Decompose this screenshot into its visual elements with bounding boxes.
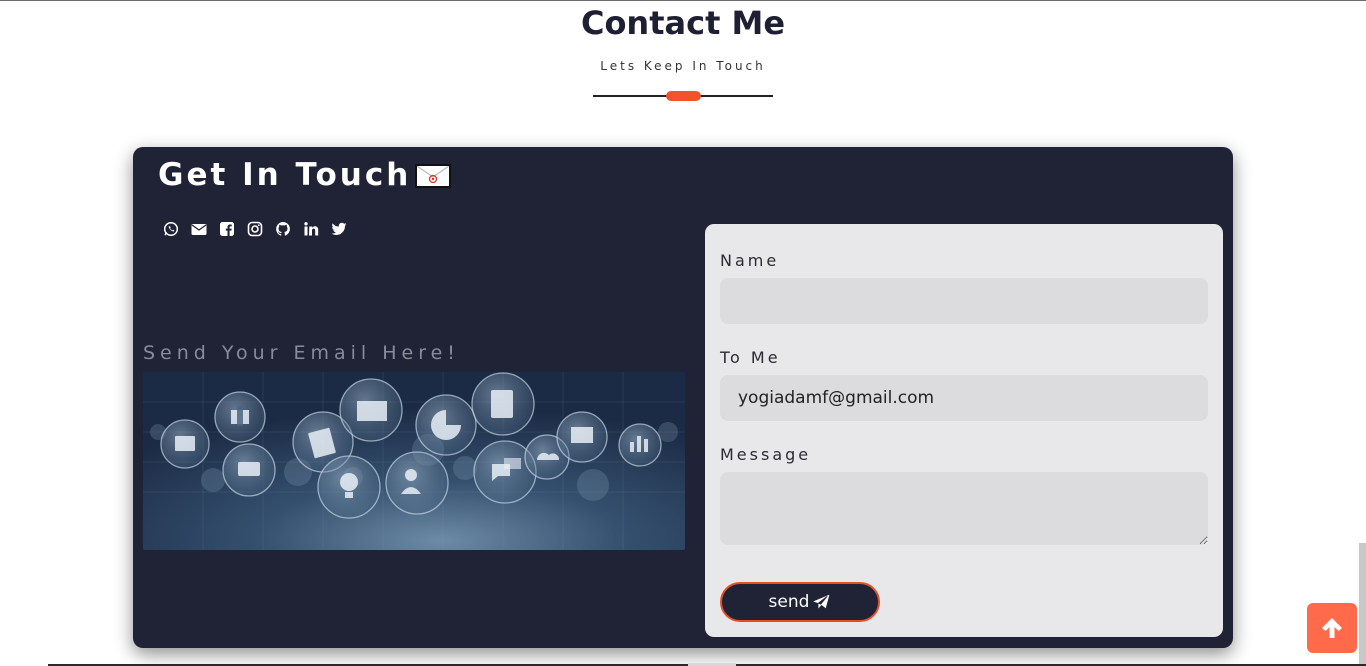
- facebook-icon[interactable]: [219, 221, 235, 237]
- twitter-icon[interactable]: [331, 221, 347, 237]
- email-prompt-heading: Send Your Email Here!: [143, 342, 460, 364]
- scrollbar-thumb[interactable]: [1359, 543, 1366, 666]
- send-button-label: send: [768, 592, 810, 612]
- page-subtitle: Lets Keep In Touch: [600, 59, 766, 73]
- title-divider-accent: [666, 91, 701, 101]
- message-textarea[interactable]: [720, 472, 1208, 545]
- github-icon[interactable]: [275, 221, 291, 237]
- to-email-input[interactable]: [720, 375, 1208, 421]
- envelope-emoji-icon: [415, 164, 451, 188]
- to-label: To Me: [720, 348, 781, 367]
- top-border: [0, 0, 1366, 1]
- arrow-up-icon: [1322, 618, 1342, 638]
- card-title: Get In Touch: [158, 157, 412, 193]
- send-button[interactable]: send: [720, 582, 880, 622]
- communication-icons-banner: [143, 372, 685, 550]
- envelope-icon[interactable]: [191, 221, 207, 237]
- name-input[interactable]: [720, 278, 1208, 324]
- name-label: Name: [720, 251, 780, 270]
- social-links: [163, 221, 347, 237]
- contact-card: Get In Touch Send Your Email Here! Name …: [133, 147, 1233, 648]
- linkedin-icon[interactable]: [303, 221, 319, 237]
- instagram-icon[interactable]: [247, 221, 263, 237]
- paper-plane-icon: [812, 593, 831, 610]
- message-label: Message: [720, 445, 812, 464]
- page-title: Contact Me: [580, 4, 786, 42]
- scroll-to-top-button[interactable]: [1307, 603, 1357, 653]
- whatsapp-icon[interactable]: [163, 221, 179, 237]
- contact-form: Name To Me Message send: [705, 224, 1223, 637]
